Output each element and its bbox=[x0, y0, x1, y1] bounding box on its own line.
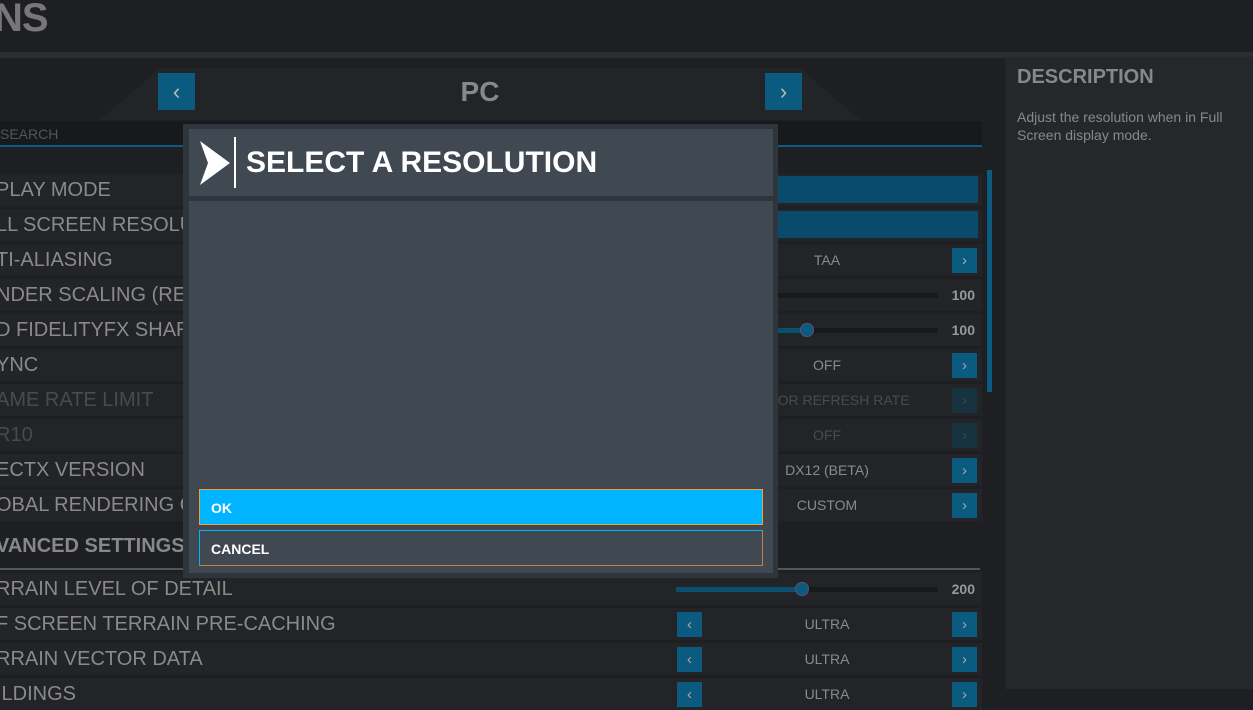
next-option-button[interactable]: › bbox=[952, 682, 977, 707]
chevron-right-icon: › bbox=[962, 651, 967, 668]
platform-title: PC bbox=[460, 76, 500, 107]
chevron-logo-icon bbox=[200, 141, 230, 185]
prev-option-button[interactable]: ‹ bbox=[677, 647, 702, 672]
next-option-button[interactable]: › bbox=[952, 612, 977, 637]
slider-value: 100 bbox=[951, 287, 975, 303]
setting-label: LL SCREEN RESOLUT bbox=[0, 214, 207, 236]
cancel-button[interactable]: CANCEL bbox=[199, 530, 763, 566]
setting-label: AME RATE LIMIT bbox=[0, 389, 154, 411]
next-platform-button[interactable]: › bbox=[765, 73, 802, 110]
next-option-button[interactable]: › bbox=[952, 248, 977, 273]
next-option-button[interactable]: › bbox=[952, 388, 977, 413]
description-panel bbox=[1005, 57, 1253, 689]
setting-value: ULTRA bbox=[804, 616, 850, 632]
next-option-button[interactable]: › bbox=[952, 647, 977, 672]
prev-option-button[interactable]: ‹ bbox=[677, 682, 702, 707]
description-title: DESCRIPTION bbox=[1017, 66, 1154, 88]
setting-value: ULTRA bbox=[804, 686, 850, 702]
slider[interactable] bbox=[676, 582, 938, 596]
chevron-right-icon: › bbox=[962, 462, 967, 479]
setting-label: RRAIN LEVEL OF DETAIL bbox=[0, 578, 233, 600]
chevron-left-icon: ‹ bbox=[172, 78, 181, 104]
setting-label: F SCREEN TERRAIN PRE-CACHING bbox=[0, 613, 336, 635]
slider-handle[interactable] bbox=[794, 582, 809, 596]
chevron-right-icon: › bbox=[962, 427, 967, 444]
ok-button[interactable]: OK bbox=[199, 489, 763, 525]
setting-label: OBAL RENDERING Q bbox=[0, 494, 196, 516]
next-option-button[interactable]: › bbox=[952, 493, 977, 518]
chevron-right-icon: › bbox=[962, 616, 967, 633]
setting-row[interactable]: F SCREEN TERRAIN PRE-CACHING ‹ ULTRA › bbox=[0, 608, 982, 640]
next-option-button[interactable]: › bbox=[952, 353, 977, 378]
slider-handle[interactable] bbox=[800, 323, 814, 337]
description-text: Adjust the resolution when in Full Scree… bbox=[1017, 109, 1223, 143]
setting-label: RRAIN VECTOR DATA bbox=[0, 648, 203, 670]
chevron-right-icon: › bbox=[962, 357, 967, 374]
setting-row[interactable]: RRAIN VECTOR DATA ‹ ULTRA › bbox=[0, 643, 982, 675]
chevron-right-icon: › bbox=[962, 497, 967, 514]
advanced-settings-heading: VANCED SETTINGS bbox=[0, 535, 185, 557]
setting-label: ILDINGS bbox=[0, 683, 77, 705]
next-option-button[interactable]: › bbox=[952, 423, 977, 448]
setting-label: D FIDELITYFX SHAR bbox=[0, 319, 191, 341]
chevron-left-icon: ‹ bbox=[687, 616, 692, 633]
chevron-left-icon: ‹ bbox=[687, 651, 692, 668]
setting-label: ECTX VERSION bbox=[0, 459, 145, 481]
slider-value: 200 bbox=[951, 581, 975, 597]
setting-label: R10 bbox=[0, 424, 33, 446]
scrollbar[interactable] bbox=[987, 170, 992, 392]
setting-value: ULTRA bbox=[804, 651, 850, 667]
slider-fill bbox=[676, 587, 802, 592]
prev-option-button[interactable]: ‹ bbox=[677, 612, 702, 637]
setting-label: YNC bbox=[0, 354, 39, 376]
dialog-title: SELECT A RESOLUTION bbox=[246, 146, 598, 179]
setting-label: PLAY MODE bbox=[0, 179, 111, 201]
chevron-right-icon: › bbox=[779, 78, 788, 104]
setting-label: TI-ALIASING bbox=[0, 249, 113, 271]
slider-value: 100 bbox=[951, 322, 975, 338]
chevron-right-icon: › bbox=[962, 392, 967, 409]
page-title: NS bbox=[0, 0, 49, 40]
setting-row[interactable]: ILDINGS ‹ ULTRA › bbox=[0, 678, 982, 710]
next-option-button[interactable]: › bbox=[952, 458, 977, 483]
setting-label: NDER SCALING (REN bbox=[0, 284, 201, 306]
divider bbox=[234, 137, 236, 188]
chevron-right-icon: › bbox=[962, 252, 967, 269]
prev-platform-button[interactable]: ‹ bbox=[158, 73, 195, 110]
